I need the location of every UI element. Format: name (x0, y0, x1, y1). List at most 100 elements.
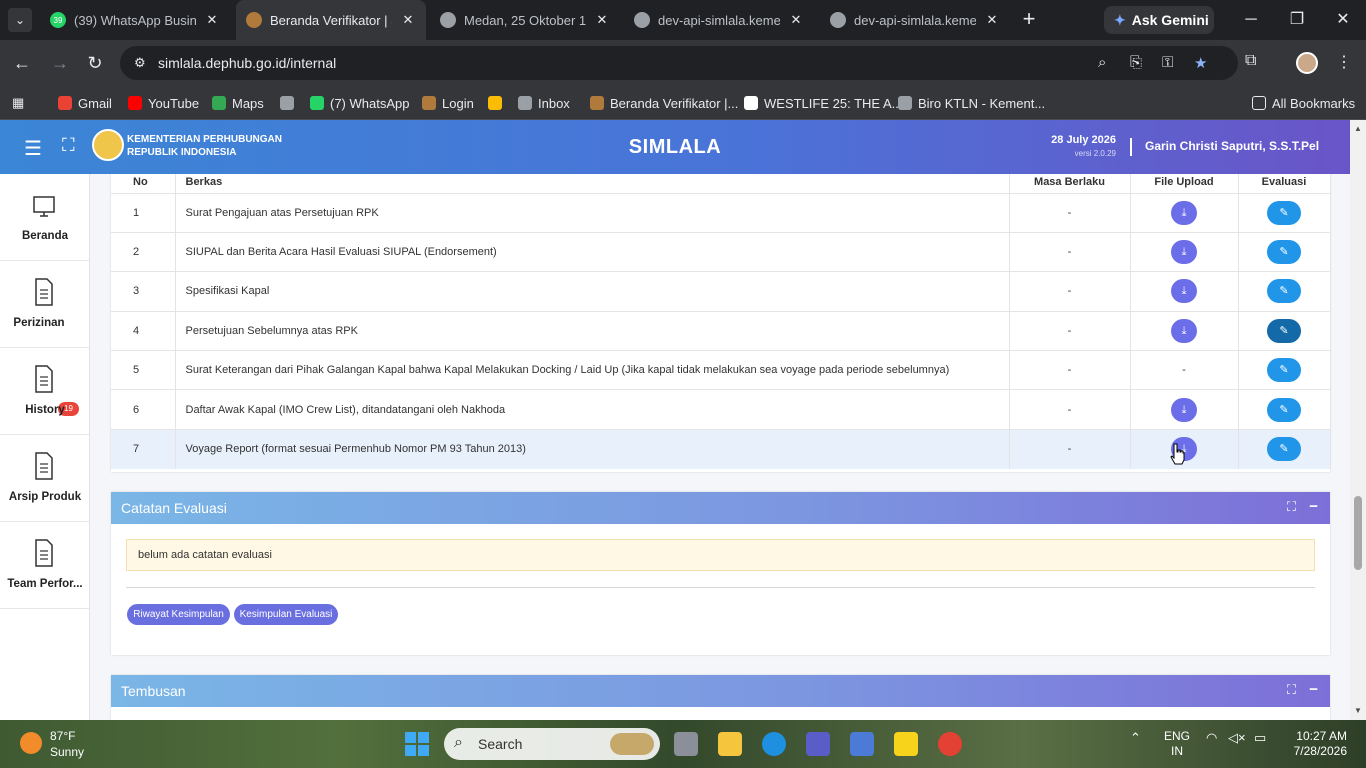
site-info-icon[interactable]: ⚙ (134, 55, 146, 71)
edit-evaluasi-button[interactable]: ✎ (1267, 318, 1301, 343)
tab-close-icon[interactable]: ✕ (204, 12, 220, 28)
input-language[interactable]: ENG IN (1164, 729, 1190, 759)
tab-3[interactable]: Medan, 25 Oktober 1990 ✕ (430, 4, 620, 36)
row-number: 6 (111, 389, 176, 430)
bookmark-item[interactable]: Beranda Verifikator |... (590, 92, 738, 114)
url-text[interactable]: simlala.dephub.go.id/internal (158, 55, 336, 71)
windows-start-icon[interactable] (405, 732, 429, 756)
bookmark-item[interactable]: Gmail (58, 92, 112, 114)
edit-evaluasi-button[interactable]: ✎ (1267, 358, 1301, 383)
berkas-name: Spesifikasi Kapal (175, 271, 1010, 312)
sidebar-item-arsip-produk[interactable]: Arsip Produk (0, 435, 90, 522)
bookmark-item[interactable] (488, 92, 508, 114)
bookmark-label: Beranda Verifikator |... (610, 95, 739, 111)
sidebar-item-history[interactable]: History (0, 348, 90, 435)
bookmark-item[interactable]: Login (422, 92, 474, 114)
sidebar-item-beranda[interactable]: Beranda (0, 174, 90, 261)
edit-evaluasi-button[interactable]: ✎ (1267, 397, 1301, 422)
tab-1[interactable]: 39 (39) WhatsApp Business ✕ (40, 4, 230, 36)
evaluasi-cell: ✎ (1238, 192, 1331, 233)
expand-icon[interactable]: ⛶ (1287, 499, 1296, 515)
collapse-minus-icon[interactable]: − (1309, 498, 1318, 515)
tray-chevron-icon[interactable]: ⌃ (1130, 730, 1141, 746)
kesimpulan-evaluasi-button[interactable]: Kesimpulan Evaluasi (234, 604, 338, 625)
tab-close-icon[interactable]: ✕ (594, 12, 610, 28)
column-header[interactable]: Berkas (175, 174, 1010, 193)
bookmark-item[interactable]: Maps (212, 92, 264, 114)
file-explorer-icon[interactable] (718, 732, 742, 756)
expand-icon[interactable]: ⛶ (1287, 682, 1296, 698)
sidebar-item-team-perfor[interactable]: Team Perfor... (0, 522, 90, 609)
weather-condition[interactable]: Sunny (50, 745, 84, 759)
chrome-icon[interactable] (938, 732, 962, 756)
edit-evaluasi-button[interactable]: ✎ (1267, 437, 1301, 462)
download-button[interactable]: ⤓ (1171, 240, 1197, 265)
tab-search-chevron-icon[interactable]: ⌄ (8, 8, 32, 32)
edit-evaluasi-button[interactable]: ✎ (1267, 279, 1301, 304)
tab-close-icon[interactable]: ✕ (984, 12, 1000, 28)
new-tab-plus-icon[interactable]: + (1018, 8, 1040, 30)
collapse-minus-icon[interactable]: − (1309, 681, 1318, 698)
install-app-icon[interactable]: ⎘ (1130, 54, 1142, 71)
tembusan-card: Tembusan ⛶ − (111, 675, 1330, 720)
reload-icon[interactable]: ↻ (83, 51, 107, 75)
extensions-icon[interactable]: ⧉ (1245, 52, 1256, 70)
tab-favicon-icon (246, 12, 262, 28)
menu-kebab-icon[interactable]: ⋮ (1336, 52, 1352, 72)
tab-2[interactable]: Beranda Verifikator | Sim ✕ (236, 0, 426, 40)
weather-sun-icon[interactable] (20, 732, 42, 754)
edit-evaluasi-button[interactable]: ✎ (1267, 240, 1301, 265)
bookmark-item[interactable]: (7) WhatsApp (310, 92, 409, 114)
taskbar-clock[interactable]: 10:27 AM 7/28/2026 (1287, 729, 1347, 759)
wifi-icon[interactable]: ◠ (1206, 730, 1217, 746)
user-name[interactable]: Garin Christi Saputri, S.S.T.Pel (1145, 139, 1319, 153)
column-header[interactable]: File Upload (1130, 174, 1239, 193)
profile-avatar[interactable] (1296, 52, 1318, 74)
bookmark-item[interactable] (280, 92, 300, 114)
minimize-icon[interactable]: ─ (1236, 8, 1266, 32)
back-arrow-icon[interactable]: ← (10, 51, 34, 75)
forward-arrow-icon[interactable]: → (48, 51, 72, 75)
scroll-down-arrow-icon[interactable]: ▼ (1350, 706, 1366, 715)
bookmark-item[interactable]: Inbox (518, 92, 570, 114)
riwayat-kesimpulan-button[interactable]: Riwayat Kesimpulan (127, 604, 230, 625)
column-header[interactable]: Masa Berlaku (1009, 174, 1131, 193)
bookmark-item[interactable]: WESTLIFE 25: THE A... (744, 92, 902, 114)
page-scrollbar[interactable]: ▲ ▼ (1350, 120, 1366, 720)
camera-app-icon[interactable] (850, 732, 874, 756)
column-header[interactable]: No (111, 174, 176, 193)
taskbar-search[interactable]: ⌕ Search (444, 728, 660, 760)
apps-grid-icon[interactable]: ▦ (12, 92, 24, 114)
tab-5[interactable]: dev-api-simlala.kemenh ✕ (820, 4, 1010, 36)
ask-gemini-button[interactable]: ✦ Ask Gemini (1104, 6, 1214, 34)
tab-close-icon[interactable]: ✕ (400, 12, 416, 28)
bookmark-favicon-icon (128, 96, 142, 110)
tab-4[interactable]: dev-api-simlala.kemenh ✕ (624, 4, 814, 36)
maximize-icon[interactable]: ❐ (1282, 8, 1312, 32)
weather-temp[interactable]: 87°F (50, 729, 75, 743)
download-button[interactable]: ⤓ (1171, 318, 1197, 343)
download-button[interactable]: ⤓ (1171, 397, 1197, 422)
close-window-icon[interactable]: ✕ (1328, 8, 1358, 32)
scroll-up-arrow-icon[interactable]: ▲ (1350, 124, 1366, 133)
password-key-icon[interactable]: ⚿ (1162, 54, 1173, 71)
scrollbar-thumb[interactable] (1354, 496, 1362, 570)
sidebar-item-perizinan[interactable]: Perizinan (0, 261, 90, 348)
app-icon[interactable] (806, 732, 830, 756)
edit-evaluasi-button[interactable]: ✎ (1267, 200, 1301, 225)
task-view-icon[interactable] (674, 732, 698, 756)
sticky-notes-icon[interactable] (894, 732, 918, 756)
volume-muted-icon[interactable]: ◁× (1228, 730, 1246, 746)
column-header[interactable]: Evaluasi (1238, 174, 1331, 193)
edge-browser-icon[interactable] (762, 732, 786, 756)
download-button[interactable]: ⤓ (1171, 279, 1197, 304)
download-button[interactable]: ⤓ (1171, 200, 1197, 225)
bookmark-star-icon[interactable]: ★ (1194, 54, 1207, 72)
bookmark-item[interactable]: YouTube (128, 92, 199, 114)
zoom-search-icon[interactable]: ⌕ (1098, 54, 1106, 71)
all-bookmarks-button[interactable]: All Bookmarks (1252, 92, 1355, 114)
bookmark-item[interactable]: Biro KTLN - Kement... (898, 92, 1045, 114)
tab-close-icon[interactable]: ✕ (788, 12, 804, 28)
battery-icon[interactable]: ▭ (1254, 730, 1266, 746)
address-bar[interactable]: ⚙ simlala.dephub.go.id/internal ⌕ ⎘ ⚿ ★ (120, 46, 1238, 80)
